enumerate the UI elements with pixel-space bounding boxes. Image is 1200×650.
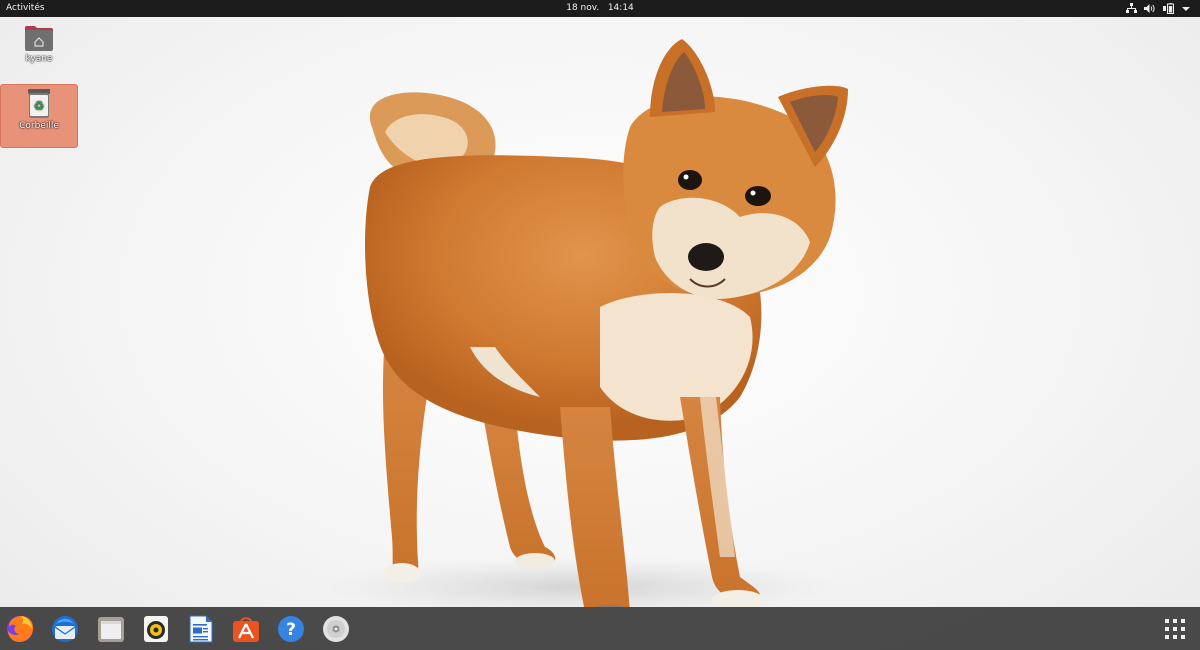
desktop-icon-label: kyane	[25, 54, 53, 64]
dock-app-firefox[interactable]	[5, 614, 35, 644]
dock-app-writer[interactable]	[186, 614, 216, 644]
wallpaper-shiba-inu	[320, 39, 848, 607]
files-icon	[98, 617, 124, 642]
dock-app-thunderbird[interactable]	[50, 614, 80, 644]
desktop-icon-trash[interactable]: ♻ Corbeille	[0, 84, 78, 148]
rhythmbox-icon	[144, 616, 168, 642]
firefox-icon	[7, 616, 34, 642]
dock-app-files[interactable]	[96, 614, 126, 644]
clock-time: 14:14	[607, 3, 634, 13]
activities-button[interactable]: Activités	[6, 3, 45, 13]
dock: ?	[0, 607, 1200, 650]
apps-grid-icon	[1165, 619, 1185, 639]
clock: 18 nov. 14:14	[0, 3, 1200, 13]
system-tray[interactable]	[1126, 2, 1190, 15]
dock-app-help[interactable]: ?	[276, 614, 306, 644]
dock-app-software[interactable]	[231, 614, 261, 644]
clock-date: 18 nov.	[566, 3, 600, 13]
desktop-icon-label: Corbeille	[19, 121, 59, 131]
dock-app-disc[interactable]	[321, 614, 351, 644]
chevron-down-icon	[1182, 6, 1190, 11]
thunderbird-icon	[52, 616, 78, 642]
disc-icon	[323, 616, 349, 642]
top-bar: Activités 18 nov. 14:14	[0, 0, 1200, 17]
volume-icon	[1144, 4, 1155, 13]
svg-text:♻: ♻	[34, 99, 45, 113]
svg-text:?: ?	[286, 620, 296, 640]
home-folder-icon	[25, 26, 53, 51]
desktop-icon-home[interactable]: kyane	[0, 20, 78, 68]
writer-icon	[189, 615, 213, 643]
trash-icon: ♻	[28, 89, 50, 118]
dock-app-rhythmbox[interactable]	[141, 614, 171, 644]
network-icon	[1126, 3, 1137, 13]
software-center-icon	[233, 617, 259, 642]
show-applications-button[interactable]	[1164, 618, 1186, 640]
battery-icon	[1163, 3, 1174, 14]
clock-button[interactable]: 18 nov. 14:14	[566, 3, 634, 13]
help-icon: ?	[278, 616, 304, 642]
